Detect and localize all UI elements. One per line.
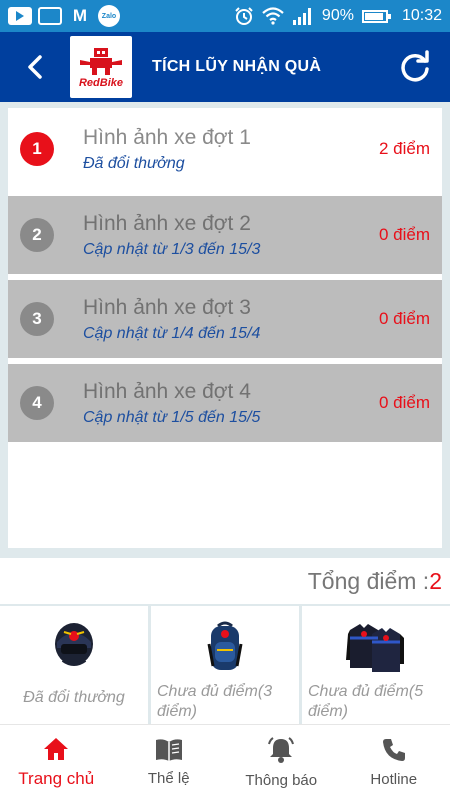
reward-status: Đã đổi thưởng — [23, 689, 125, 706]
signal-icon — [292, 8, 311, 25]
battery-percent: 90% — [321, 7, 354, 24]
page-title: TÍCH LŨY NHẬN QUÀ — [152, 58, 322, 75]
round-number-badge: 4 — [20, 386, 54, 420]
image-notification-icon — [38, 7, 62, 25]
nav-home[interactable]: Trang chủ — [0, 725, 113, 800]
app-bar: RedBike TÍCH LŨY NHẬN QUÀ — [0, 32, 450, 102]
phone-icon — [382, 739, 405, 761]
bottom-navigation: Trang chủ Thể lệ Thông báo Hotline — [0, 724, 450, 800]
clock: 10:32 — [401, 7, 442, 24]
total-points-bar: Tổng điểm : 2 — [0, 558, 450, 604]
status-bar: M Zalo 90% 10:32 — [0, 0, 450, 32]
bell-icon — [268, 737, 295, 763]
round-number-badge: 2 — [20, 218, 54, 252]
alarm-icon — [235, 7, 253, 25]
round-row-2[interactable]: 2 Hình ảnh xe đợt 2 Cập nhật từ 1/3 đến … — [8, 196, 442, 274]
book-icon — [155, 739, 182, 761]
nav-hotline[interactable]: Hotline — [338, 725, 450, 800]
round-number-badge: 1 — [20, 132, 54, 166]
round-status: Đã đổi thưởng — [83, 155, 185, 172]
reward-helmet[interactable]: Đã đổi thưởng — [0, 606, 148, 724]
refresh-icon — [401, 50, 429, 82]
chevron-left-icon — [28, 55, 42, 79]
round-title: Hình ảnh xe đợt 2 — [83, 212, 251, 235]
round-status: Cập nhật từ 1/3 đến 15/3 — [83, 241, 261, 258]
battery-icon — [361, 9, 391, 23]
round-title: Hình ảnh xe đợt 1 — [83, 126, 251, 149]
round-title: Hình ảnh xe đợt 4 — [83, 380, 251, 403]
round-points: 0 điểm — [378, 393, 430, 412]
nav-label: Trang chủ — [18, 768, 95, 788]
refresh-button[interactable] — [380, 32, 450, 102]
round-points: 2 điểm — [378, 139, 430, 158]
nav-notifications[interactable]: Thông báo — [225, 725, 338, 800]
logo-text: RedBike — [78, 76, 124, 89]
home-icon — [44, 737, 69, 760]
gmail-notification-icon: M — [72, 6, 88, 25]
round-row-3[interactable]: 3 Hình ảnh xe đợt 3 Cập nhật từ 1/4 đến … — [8, 280, 442, 358]
youtube-notification-icon — [8, 7, 32, 25]
round-status: Cập nhật từ 1/4 đến 15/4 — [83, 325, 261, 342]
reward-backpack[interactable]: Chưa đủ điểm(3 điểm) — [151, 606, 299, 724]
nav-label: Thể lệ — [147, 770, 190, 787]
reward-status: Chưa đủ điểm(5 điểm) — [308, 683, 424, 720]
total-points-value: 2 — [429, 567, 442, 594]
round-status: Cập nhật từ 1/5 đến 15/5 — [83, 409, 261, 426]
round-title: Hình ảnh xe đợt 3 — [83, 296, 251, 319]
reward-jacket[interactable]: Chưa đủ điểm(5 điểm) — [302, 606, 450, 724]
robot-logo-icon — [80, 47, 122, 75]
total-points-label: Tổng điểm : — [307, 567, 430, 594]
round-list: 1 Hình ảnh xe đợt 1 Đã đổi thưởng 2 điểm… — [8, 108, 442, 548]
helmet-image — [55, 623, 93, 666]
round-row-4[interactable]: 4 Hình ảnh xe đợt 4 Cập nhật từ 1/5 đến … — [8, 364, 442, 442]
nav-label: Thông báo — [245, 772, 318, 789]
reward-status: Chưa đủ điểm(3 điểm) — [157, 683, 273, 720]
zalo-notification-icon: Zalo — [98, 5, 120, 27]
reward-grid: Đã đổi thưởng Chưa đủ điểm(3 điểm) Chưa … — [0, 606, 450, 724]
nav-label: Hotline — [370, 771, 418, 788]
nav-rules[interactable]: Thể lệ — [113, 725, 226, 800]
redbike-logo: RedBike — [70, 36, 132, 98]
back-button[interactable] — [0, 32, 70, 102]
round-row-1[interactable]: 1 Hình ảnh xe đợt 1 Đã đổi thưởng 2 điểm — [8, 110, 442, 188]
jacket-image — [346, 624, 404, 672]
wifi-icon — [262, 7, 284, 25]
backpack-image — [207, 621, 243, 670]
round-points: 0 điểm — [378, 309, 430, 328]
round-points: 0 điểm — [378, 225, 430, 244]
round-number-badge: 3 — [20, 302, 54, 336]
